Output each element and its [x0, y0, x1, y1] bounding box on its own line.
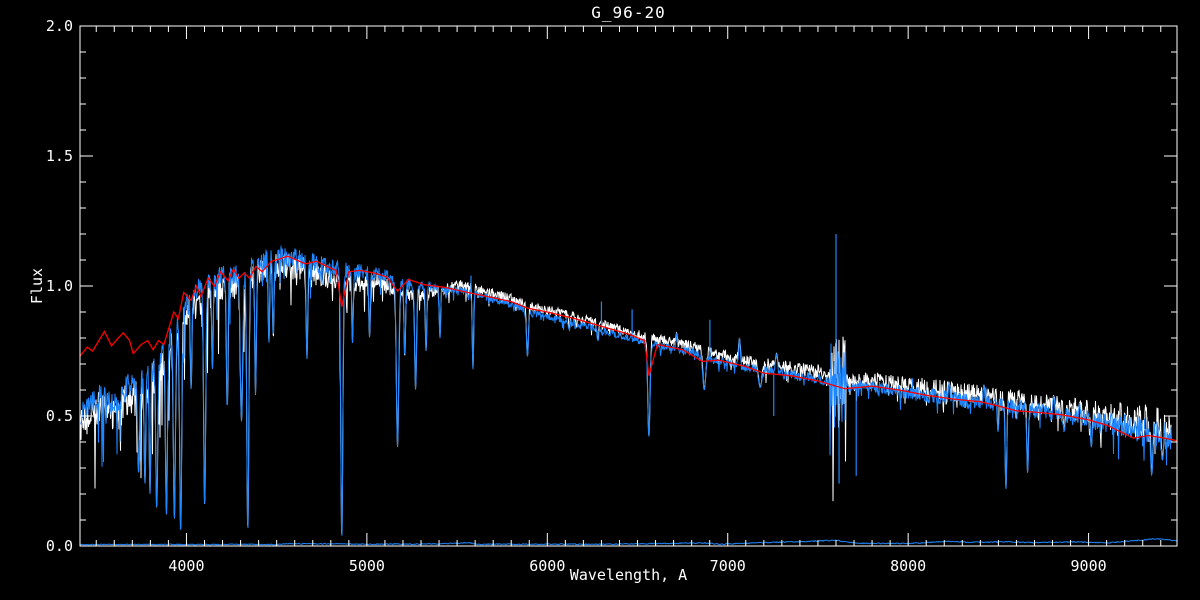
- noise-floor-line: [79, 538, 1178, 546]
- spectrum-figure: 4000 5000 6000 7000 8000 9000 0.0 0.5 1.0 1.5 2.0 …: [0, 0, 1200, 600]
- spectrum-blue: [79, 245, 1172, 536]
- x-axis-ticks: 4000 5000 6000 7000 8000 9000: [95, 26, 1162, 575]
- y-tick-label: 1.5: [46, 147, 73, 165]
- spectrum-plot-canvas: 4000 5000 6000 7000 8000 9000 0.0 0.5 1.0 1.5 2.0: [46, 17, 1178, 575]
- x-axis-label: Wavelength, A: [569, 566, 688, 584]
- y-tick-label: 0.0: [46, 537, 73, 555]
- sky-residual-spikes: [470, 234, 1146, 484]
- y-tick-label: 0.5: [46, 407, 73, 425]
- y-tick-label: 2.0: [46, 17, 73, 35]
- y-tick-label: 1.0: [46, 277, 73, 295]
- plot-title: G_96-20: [591, 3, 666, 22]
- y-axis-label: Flux: [28, 267, 46, 305]
